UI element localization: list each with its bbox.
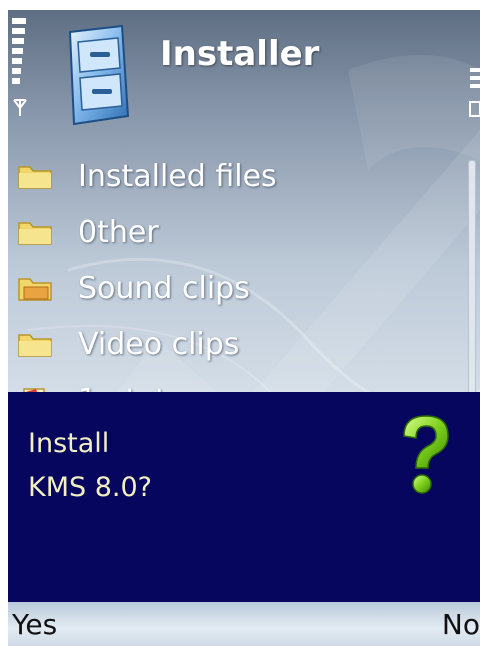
list-item[interactable]: Video clips (8, 316, 470, 372)
list-item-label: Video clips (78, 326, 240, 362)
phone-screen: Installer Installed files 0ther Sound cl… (8, 10, 480, 646)
folder-icon (18, 166, 52, 189)
softkey-yes[interactable]: Yes (12, 608, 57, 641)
scrollbar[interactable] (468, 160, 476, 397)
signal-bars-icon (12, 18, 27, 116)
list-item-label: Sound clips (78, 270, 250, 306)
sound-folder-icon (18, 278, 52, 301)
softkey-no[interactable]: No (442, 608, 480, 641)
battery-icon (469, 68, 480, 117)
app-title: Installer (160, 34, 320, 74)
folder-icon (18, 222, 52, 245)
softkey-bar: Yes No (8, 602, 480, 646)
list-item[interactable]: 0ther (8, 204, 470, 260)
list-item[interactable]: Installed files (8, 148, 470, 204)
list-item-label: Installed files (78, 158, 277, 194)
list-item[interactable]: Sound clips (8, 260, 470, 316)
confirmation-dialog: Install KMS 8.0? (8, 392, 480, 602)
question-mark-icon (403, 415, 449, 494)
dialog-line-2: KMS 8.0? (28, 472, 152, 503)
folder-icon (18, 334, 52, 357)
file-list: Installed files 0ther Sound clips Video … (8, 148, 470, 428)
dialog-line-1: Install (28, 428, 110, 459)
list-item-label: 0ther (78, 214, 159, 250)
file-cabinet-icon (68, 24, 130, 126)
dialog-message: Install KMS 8.0? (28, 422, 152, 510)
